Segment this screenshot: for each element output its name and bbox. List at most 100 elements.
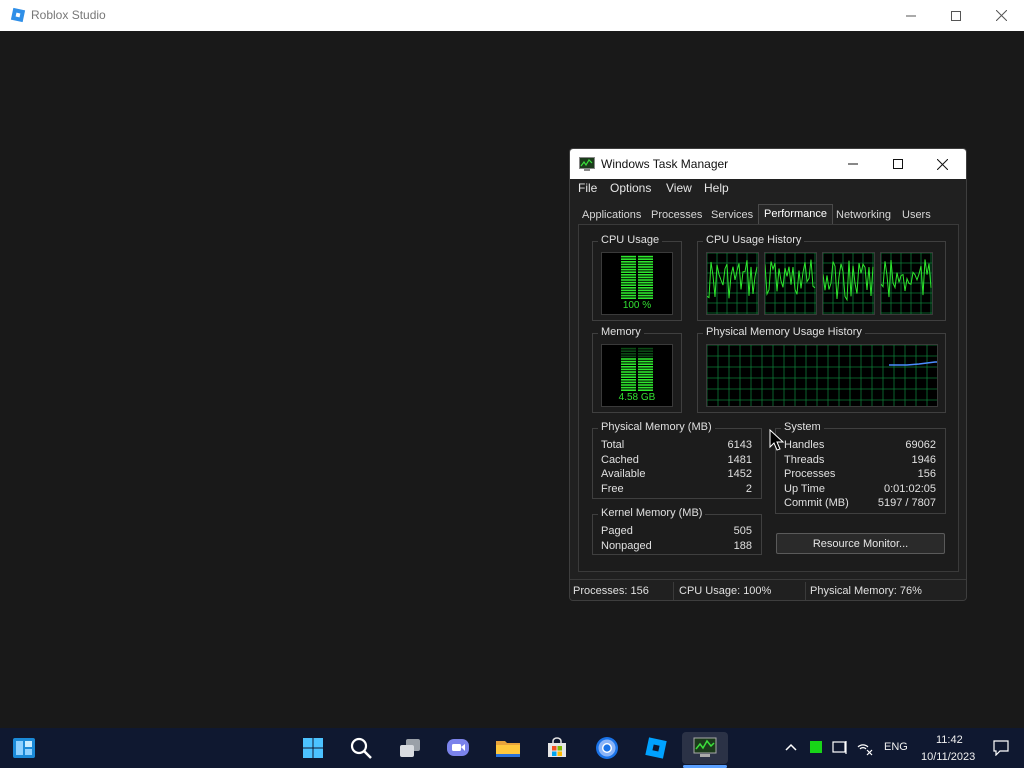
roblox-studio-button[interactable] [640, 732, 672, 764]
sys-commit-row: Commit (MB) 5197 / 7807 [784, 497, 936, 511]
tm-close-button[interactable] [920, 149, 965, 179]
pen-menu-icon[interactable] [832, 740, 848, 756]
sys-threads-row: Threads 1946 [784, 454, 936, 468]
start-button[interactable] [297, 732, 329, 764]
search-button[interactable] [345, 732, 377, 764]
memory-meter-segment [621, 371, 636, 373]
tab-users[interactable]: Users [899, 208, 934, 225]
cpu-history-group: CPU Usage History [697, 234, 946, 321]
pm-available-row: Available 1452 [601, 468, 752, 482]
memory-meter-segment [621, 347, 636, 350]
system-label: System [781, 421, 824, 433]
widgets-button[interactable] [8, 732, 40, 764]
tm-minimize-button[interactable] [830, 149, 875, 179]
cpu-usage-value: 100 % [622, 300, 652, 311]
chrome-button[interactable] [591, 732, 623, 764]
language-indicator[interactable]: ENG [884, 741, 908, 753]
memory-meter-segment [621, 384, 636, 386]
kernel-memory-group: Kernel Memory (MB) Paged 505 Nonpaged 188 [592, 507, 762, 555]
menu-help[interactable]: Help [704, 181, 729, 195]
chevron-up-icon[interactable] [785, 742, 797, 752]
memory-value: 4.58 GB [618, 392, 656, 403]
sys-commit-key: Commit (MB) [784, 497, 849, 509]
task-manager-titlebar[interactable]: Windows Task Manager [570, 149, 966, 179]
store-button[interactable] [541, 732, 573, 764]
tab-networking[interactable]: Networking [833, 208, 894, 225]
memory-meter-segment [638, 360, 653, 363]
memory-meter-segment [621, 368, 636, 371]
memory-meter: 4.58 GB [601, 344, 673, 407]
menu-bar: File Options View Help [570, 179, 966, 199]
memory-meter-segment [621, 376, 636, 378]
status-separator [805, 582, 806, 600]
network-disconnected-icon[interactable] [856, 740, 874, 756]
task-view-button[interactable] [394, 732, 426, 764]
sys-commit-value: 5197 / 7807 [877, 497, 936, 509]
tab-processes[interactable]: Processes [648, 208, 705, 225]
cpu-meter-segment [638, 276, 653, 279]
teams-button[interactable] [442, 732, 474, 764]
memory-meter-segment [638, 355, 653, 358]
memory-meter-segment [638, 384, 653, 386]
minimize-button[interactable] [888, 0, 934, 31]
notifications-icon[interactable] [993, 740, 1009, 756]
status-separator [673, 582, 674, 600]
tab-services[interactable]: Services [708, 208, 756, 225]
green-status-icon[interactable] [810, 741, 822, 753]
sys-processes-value: 156 [917, 468, 936, 480]
km-paged-row: Paged 505 [601, 525, 752, 539]
sys-processes-key: Processes [784, 468, 836, 480]
cpu-meter-segment [621, 284, 636, 286]
menu-view[interactable]: View [666, 181, 692, 195]
tab-performance[interactable]: Performance [758, 204, 833, 226]
menu-options[interactable]: Options [610, 181, 651, 195]
memory-meter-segment [638, 353, 653, 355]
cpu-usage-label: CPU Usage [598, 234, 663, 246]
cpu-usage-meter: 100 % [601, 252, 673, 315]
cpu-meter-segment [621, 261, 636, 263]
cpu-meter-segment [621, 297, 636, 299]
maximize-button[interactable] [933, 0, 979, 31]
cpu-meter-segment [638, 297, 653, 299]
pm-cached-row: Cached 1481 [601, 454, 752, 468]
memory-history-graph [706, 344, 938, 407]
close-button[interactable] [978, 0, 1024, 31]
sys-processes-row: Processes 156 [784, 468, 936, 482]
roblox-studio-icon [645, 737, 667, 759]
sys-handles-value: 69062 [905, 439, 936, 451]
task-manager-title: Windows Task Manager [601, 157, 729, 171]
memory-meter-segment [638, 347, 653, 350]
tab-applications[interactable]: Applications [579, 208, 644, 225]
sys-threads-key: Threads [784, 454, 825, 466]
menu-file[interactable]: File [578, 181, 597, 195]
memory-meter-segment [621, 386, 636, 389]
cpu-core-graph [764, 252, 817, 315]
memory-label: Memory [598, 326, 644, 338]
memory-meter-segment [638, 371, 653, 373]
cpu-meter-segment [638, 271, 653, 273]
cpu-meter-segment [638, 274, 653, 276]
resource-monitor-button[interactable]: Resource Monitor... [776, 533, 945, 554]
performance-panel: CPU Usage 100 % CPU Usage History Memory… [578, 224, 959, 572]
memory-meter-segment [621, 350, 636, 352]
clock-date[interactable]: 10/11/2023 [921, 751, 975, 763]
clock-time[interactable]: 11:42 [936, 734, 963, 746]
physical-memory-label: Physical Memory (MB) [598, 421, 715, 433]
file-explorer-button[interactable] [492, 732, 524, 764]
studio-titlebar: Roblox Studio [0, 0, 1024, 31]
cpu-core-graph [880, 252, 933, 315]
memory-meter-segment [621, 355, 636, 358]
memory-meter-segment [638, 350, 653, 352]
km-paged-value: 505 [733, 525, 752, 537]
km-paged-key: Paged [601, 525, 633, 537]
task-manager-taskbar-button[interactable] [682, 732, 728, 764]
memory-meter-segment [621, 389, 636, 391]
tm-maximize-button[interactable] [875, 149, 920, 179]
minimize-icon [906, 15, 916, 16]
memory-meter-segment [621, 381, 636, 384]
sys-uptime-row: Up Time 0:01:02:05 [784, 483, 936, 497]
start-icon [303, 738, 323, 758]
close-icon [937, 158, 948, 170]
chrome-icon [596, 737, 618, 759]
cpu-meter-bars [621, 255, 653, 299]
